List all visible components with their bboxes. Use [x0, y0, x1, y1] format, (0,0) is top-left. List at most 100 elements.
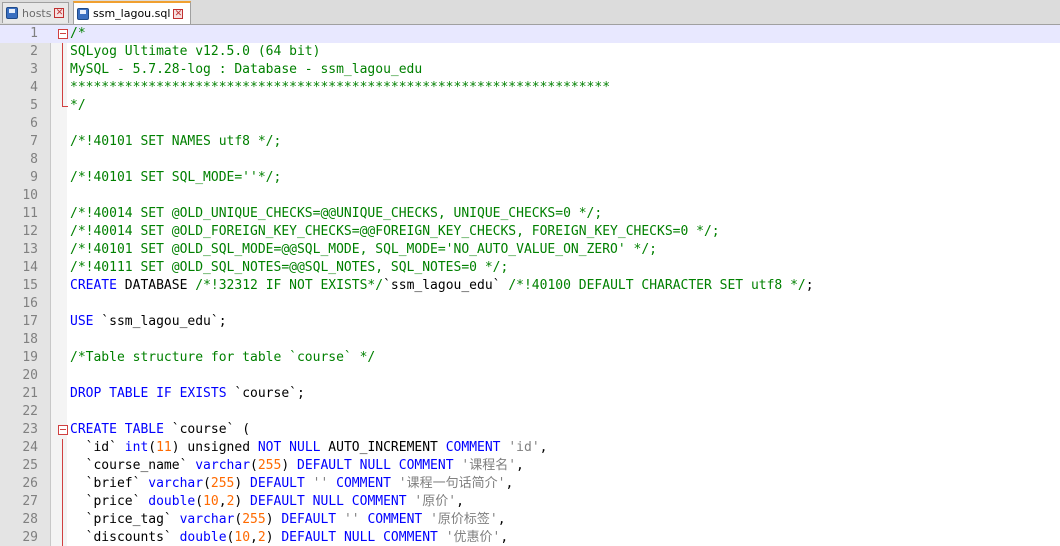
token-plain: `ssm_lagou_edu`; — [93, 314, 227, 329]
token-keyword: double — [148, 494, 196, 509]
tab-label: ssm_lagou.sql — [93, 7, 171, 20]
token-keyword: double — [179, 530, 227, 545]
line-number: 29 — [22, 530, 38, 545]
token-plain: ( — [148, 440, 157, 455]
code-text: USE `ssm_lagou_edu`; — [70, 313, 227, 331]
code-line[interactable]: 26 `brief` varchar(255) DEFAULT '' COMME… — [0, 475, 1060, 493]
token-comment: */ — [70, 98, 86, 113]
code-line[interactable]: 9 /*!40101 SET SQL_MODE=''*/; — [0, 169, 1060, 187]
code-text: `price` double(10,2) DEFAULT NULL COMMEN… — [70, 493, 464, 511]
token-string: '原价' — [414, 494, 457, 509]
token-plain: ( — [250, 458, 258, 473]
code-line[interactable]: 14 /*!40111 SET @OLD_SQL_NOTES=@@SQL_NOTE… — [0, 259, 1060, 277]
token-keyword: CREATE — [70, 278, 117, 293]
code-line[interactable]: 19 /*Table structure for table `course` *… — [0, 349, 1060, 367]
code-line[interactable]: 20 — [0, 367, 1060, 385]
tab-label: hosts — [22, 6, 52, 20]
close-icon[interactable]: ✕ — [173, 8, 184, 19]
line-number: 6 — [30, 116, 38, 131]
code-line[interactable]: 25 `course_name` varchar(255) DEFAULT NU… — [0, 457, 1060, 475]
code-line[interactable]: 2 SQLyog Ultimate v12.5.0 (64 bit) — [0, 43, 1060, 61]
code-line[interactable]: 16 — [0, 295, 1060, 313]
token-number: 10 — [203, 494, 219, 509]
code-line[interactable]: 15 CREATE DATABASE /*!32312 IF NOT EXISTS… — [0, 277, 1060, 295]
token-number: 255 — [257, 458, 282, 473]
tab-hosts[interactable]: hosts ✕ — [2, 2, 69, 23]
token-keyword: COMMENT — [445, 440, 501, 455]
token-plain: , — [250, 530, 258, 545]
code-line[interactable]: 7 /*!40101 SET NAMES utf8 */; — [0, 133, 1060, 151]
token-plain: ) — [234, 494, 251, 509]
code-text: /* — [70, 25, 86, 43]
code-text: `id` int(11) unsigned NOT NULL AUTO_INCR… — [70, 439, 548, 457]
code-line[interactable]: 10 — [0, 187, 1060, 205]
line-number: 14 — [22, 260, 38, 275]
code-text: /*!40101 SET SQL_MODE=''*/; — [70, 169, 281, 187]
token-plain: ; — [805, 278, 814, 293]
line-number: 20 — [22, 368, 38, 383]
code-text: /*!40014 SET @OLD_UNIQUE_CHECKS=@@UNIQUE… — [70, 205, 602, 223]
line-number: 19 — [22, 350, 38, 365]
code-text: `course_name` varchar(255) DEFAULT NULL … — [70, 457, 524, 475]
fold-guide — [57, 529, 69, 546]
code-line[interactable]: 23 CREATE TABLE `course` ( — [0, 421, 1060, 439]
code-line[interactable]: 5 */ — [0, 97, 1060, 115]
token-string: '' — [343, 512, 360, 527]
token-number: 2 — [257, 530, 266, 545]
line-number: 3 — [30, 62, 38, 77]
code-line[interactable]: 6 — [0, 115, 1060, 133]
line-number: 8 — [30, 152, 38, 167]
token-plain: , — [505, 476, 514, 491]
code-lines[interactable]: 1 /* 2 SQLyog Ultimate v12.5.0 (64 bit) 3 MyS… — [0, 25, 1060, 546]
fold-toggle-icon[interactable] — [57, 421, 69, 439]
token-plain: DATABASE — [116, 278, 196, 293]
token-keyword: DEFAULT — [250, 476, 305, 491]
code-line[interactable]: 22 — [0, 403, 1060, 421]
code-text: `brief` varchar(255) DEFAULT '' COMMENT … — [70, 475, 514, 493]
line-number: 15 — [22, 278, 38, 293]
token-keyword: DEFAULT — [281, 512, 337, 527]
code-line[interactable]: 18 — [0, 331, 1060, 349]
code-text: /*!40101 SET NAMES utf8 */; — [70, 133, 281, 151]
fold-guide — [57, 511, 69, 529]
code-line[interactable]: 28 `price_tag` varchar(255) DEFAULT '' C… — [0, 511, 1060, 529]
code-line[interactable]: 1 /* — [0, 25, 1060, 43]
code-line[interactable]: 12 /*!40014 SET @OLD_FOREIGN_KEY_CHECKS=@… — [0, 223, 1060, 241]
line-number: 17 — [22, 314, 38, 329]
token-plain: , — [497, 512, 506, 527]
token-keyword: varchar — [179, 512, 235, 527]
code-text: CREATE DATABASE /*!32312 IF NOT EXISTS*/… — [70, 277, 814, 295]
line-number: 16 — [22, 296, 38, 311]
line-number: 12 — [22, 224, 38, 239]
token-plain: `brief` — [70, 476, 149, 491]
code-editor[interactable]: 1 /* 2 SQLyog Ultimate v12.5.0 (64 bit) 3 MyS… — [0, 25, 1060, 546]
code-line[interactable]: 13 /*!40101 SET @OLD_SQL_MODE=@@SQL_MODE,… — [0, 241, 1060, 259]
token-plain: `discounts` — [70, 530, 180, 545]
token-comment: /*!32312 IF NOT EXISTS*/ — [195, 278, 384, 293]
close-icon[interactable]: ✕ — [54, 8, 65, 18]
token-plain: , — [456, 494, 464, 509]
token-plain: `price` — [70, 494, 149, 509]
token-plain: `course`; — [226, 386, 305, 401]
token-comment: /*!40101 SET @OLD_SQL_MODE=@@SQL_MODE, S… — [70, 242, 657, 257]
fold-guide — [57, 493, 69, 511]
fold-guide — [57, 475, 69, 493]
line-number: 21 — [22, 386, 38, 401]
code-line[interactable]: 4 ***************************************… — [0, 79, 1060, 97]
code-line[interactable]: 17 USE `ssm_lagou_edu`; — [0, 313, 1060, 331]
code-line[interactable]: 8 — [0, 151, 1060, 169]
code-line[interactable]: 11 /*!40014 SET @OLD_UNIQUE_CHECKS=@@UNIQ… — [0, 205, 1060, 223]
tab-ssm-lagou-sql[interactable]: ssm_lagou.sql ✕ — [73, 1, 191, 24]
code-line[interactable]: 3 MySQL - 5.7.28-log : Database - ssm_lag… — [0, 61, 1060, 79]
code-line[interactable]: 27 `price` double(10,2) DEFAULT NULL COM… — [0, 493, 1060, 511]
code-line[interactable]: 21 DROP TABLE IF EXISTS `course`; — [0, 385, 1060, 403]
line-number: 18 — [22, 332, 38, 347]
code-text: /*Table structure for table `course` */ — [70, 349, 375, 367]
fold-toggle-icon[interactable] — [57, 25, 69, 43]
code-line[interactable]: 29 `discounts` double(10,2) DEFAULT NULL… — [0, 529, 1060, 546]
token-plain: , — [218, 494, 227, 509]
code-line[interactable]: 24 `id` int(11) unsigned NOT NULL AUTO_I… — [0, 439, 1060, 457]
token-keyword: int — [124, 440, 149, 455]
line-number: 23 — [22, 422, 38, 437]
